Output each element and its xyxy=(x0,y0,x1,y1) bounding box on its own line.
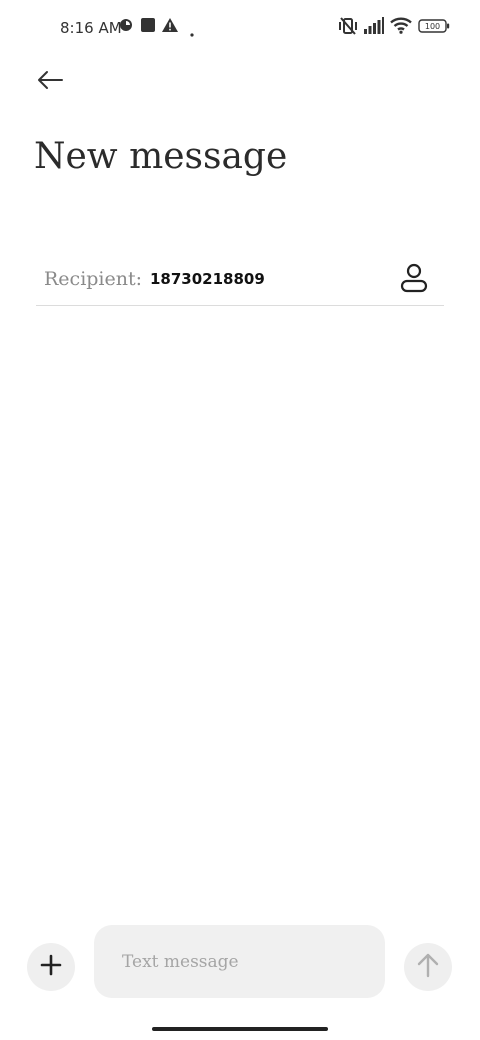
select-contact-button[interactable] xyxy=(394,260,434,300)
plus-icon xyxy=(40,954,62,981)
screen: 8:16 AM 100 New message Recipient: 18730… xyxy=(0,0,480,1040)
battery-level: 100 xyxy=(425,22,440,31)
add-attachment-button[interactable] xyxy=(27,943,75,991)
home-indicator[interactable] xyxy=(152,1027,328,1031)
stop-square-icon xyxy=(141,18,155,37)
data-saver-icon xyxy=(119,18,133,37)
send-button[interactable] xyxy=(404,943,452,991)
message-input[interactable] xyxy=(94,925,385,998)
battery-icon: 100 xyxy=(418,19,450,38)
person-icon xyxy=(400,263,428,298)
back-button[interactable] xyxy=(30,62,70,102)
arrow-up-icon xyxy=(417,952,439,983)
arrow-left-icon xyxy=(36,69,64,96)
page-title: New message xyxy=(34,136,288,177)
status-bar: 8:16 AM 100 xyxy=(0,14,480,42)
dot-icon xyxy=(190,24,194,42)
recipient-label: Recipient: xyxy=(44,268,143,290)
wifi-icon xyxy=(390,17,412,39)
recipient-value[interactable]: 18730218809 xyxy=(150,270,265,288)
recipient-field[interactable]: Recipient: 18730218809 xyxy=(36,256,444,306)
warning-icon xyxy=(162,18,178,37)
message-box xyxy=(94,925,385,998)
vibrate-off-icon xyxy=(338,17,358,40)
signal-icon xyxy=(364,17,384,39)
status-time: 8:16 AM xyxy=(60,19,122,37)
